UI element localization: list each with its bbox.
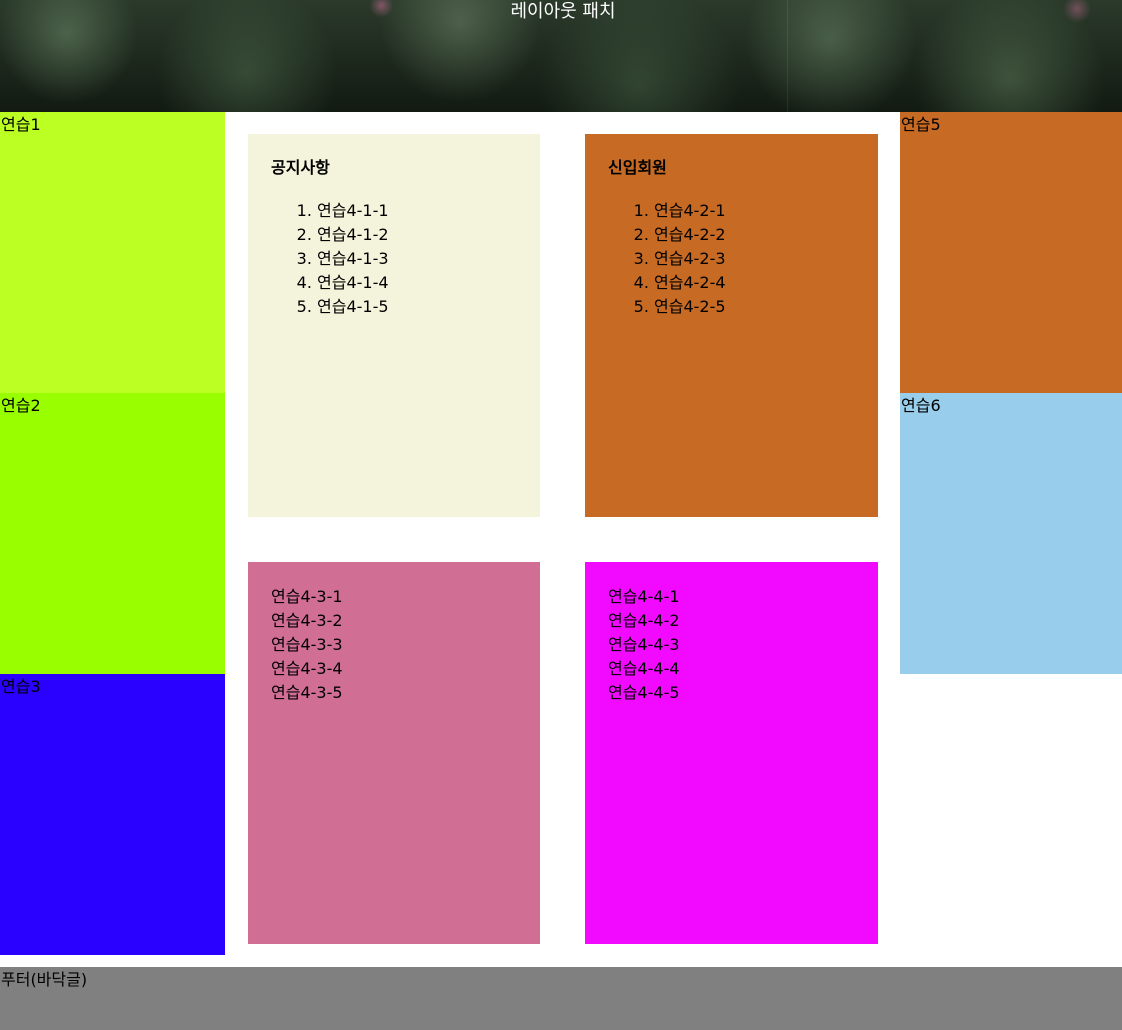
practice-card-4-list: 연습4-4-1 연습4-4-2 연습4-4-3 연습4-4-4 연습4-4-5 xyxy=(608,584,855,705)
list-item: 연습4-4-4 xyxy=(608,659,680,678)
list-item: 연습4-4-3 xyxy=(608,635,680,654)
new-members-card: 신입회원 연습4-2-1 연습4-2-2 연습4-2-3 연습4-2-4 연습4… xyxy=(585,134,878,517)
notice-list: 연습4-1-1 연습4-1-2 연습4-1-3 연습4-1-4 연습4-1-5 xyxy=(271,199,517,319)
notice-card-title: 공지사항 xyxy=(271,158,330,177)
new-members-list: 연습4-2-1 연습4-2-2 연습4-2-3 연습4-2-4 연습4-2-5 xyxy=(608,199,855,319)
list-item: 연습4-3-3 xyxy=(271,635,343,654)
list-item: 연습4-1-3 xyxy=(317,247,517,271)
list-item: 연습4-1-2 xyxy=(317,223,517,247)
list-item: 연습4-1-1 xyxy=(317,199,517,223)
list-item: 연습4-3-4 xyxy=(271,659,343,678)
list-item: 연습4-2-2 xyxy=(654,223,855,247)
list-item: 연습4-2-1 xyxy=(654,199,855,223)
list-item: 연습4-1-4 xyxy=(317,271,517,295)
right-box-6-label: 연습6 xyxy=(901,396,941,415)
practice-card-3-list: 연습4-3-1 연습4-3-2 연습4-3-3 연습4-3-4 연습4-3-5 xyxy=(271,584,517,705)
left-box-1-label: 연습1 xyxy=(1,115,41,134)
list-item: 연습4-2-3 xyxy=(654,247,855,271)
footer-label: 푸터(바닥글) xyxy=(1,970,88,989)
left-box-1: 연습1 xyxy=(0,112,225,393)
left-box-2: 연습2 xyxy=(0,393,225,674)
list-item: 연습4-3-2 xyxy=(271,611,343,630)
list-item: 연습4-4-2 xyxy=(608,611,680,630)
left-box-2-label: 연습2 xyxy=(1,396,41,415)
list-item: 연습4-3-1 xyxy=(271,587,343,606)
right-box-6: 연습6 xyxy=(900,393,1122,674)
right-box-5-label: 연습5 xyxy=(901,115,941,134)
left-box-3: 연습3 xyxy=(0,674,225,955)
left-box-3-label: 연습3 xyxy=(1,677,41,696)
page-title: 레이아웃 패치 xyxy=(510,1,616,22)
list-item: 연습4-1-5 xyxy=(317,295,517,319)
practice-card-3: 연습4-3-1 연습4-3-2 연습4-3-3 연습4-3-4 연습4-3-5 xyxy=(248,562,540,944)
list-item: 연습4-3-5 xyxy=(271,683,343,702)
list-item: 연습4-2-4 xyxy=(654,271,855,295)
new-members-card-title: 신입회원 xyxy=(608,158,667,177)
list-item: 연습4-2-5 xyxy=(654,295,855,319)
list-item: 연습4-4-5 xyxy=(608,683,680,702)
footer: 푸터(바닥글) xyxy=(0,967,1122,1030)
notice-card: 공지사항 연습4-1-1 연습4-1-2 연습4-1-3 연습4-1-4 연습4… xyxy=(248,134,540,517)
header-banner: 레이아웃 패치 xyxy=(0,0,1122,112)
right-box-5: 연습5 xyxy=(900,112,1122,393)
list-item: 연습4-4-1 xyxy=(608,587,680,606)
practice-card-4: 연습4-4-1 연습4-4-2 연습4-4-3 연습4-4-4 연습4-4-5 xyxy=(585,562,878,944)
